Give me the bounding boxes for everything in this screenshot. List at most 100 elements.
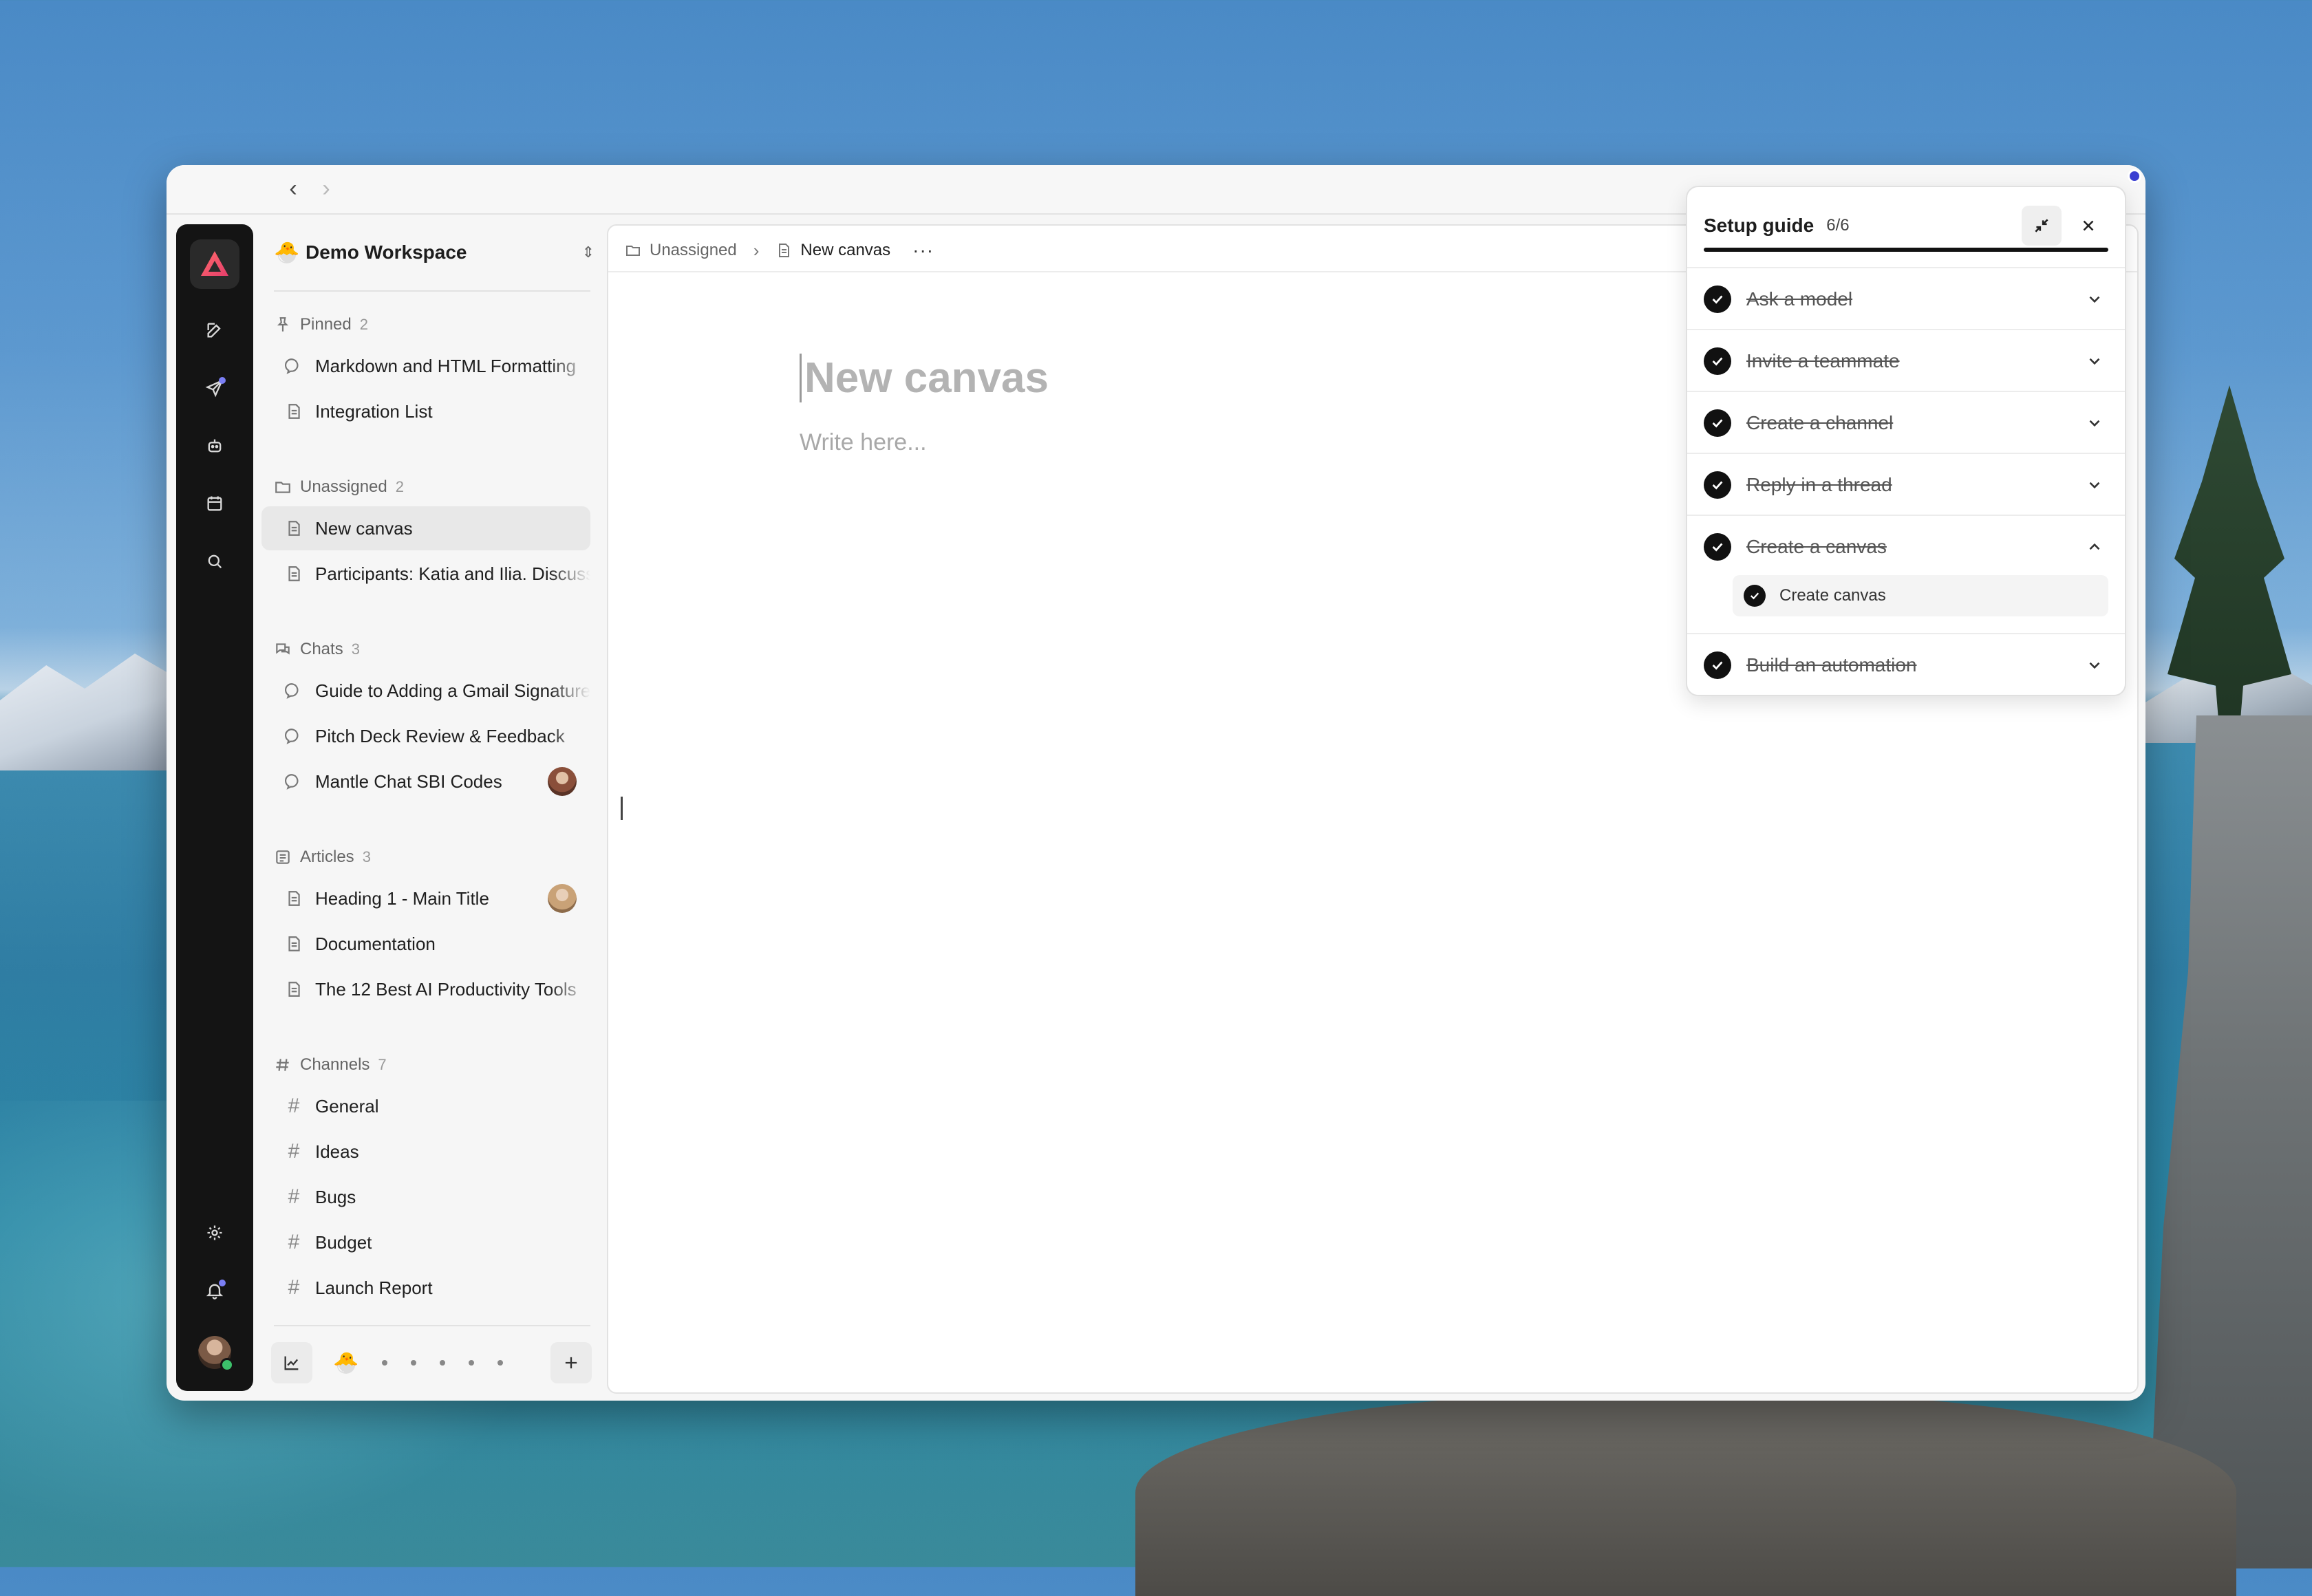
sidebar: 🐣 Demo Workspace ⇕ Pinned 2 Markdown and…: [261, 224, 603, 1391]
chevron-right-icon: ›: [753, 239, 760, 261]
sidebar-item-new-canvas[interactable]: New canvas: [261, 506, 590, 550]
workspace-emoji-button[interactable]: 🐣: [333, 1351, 358, 1375]
sidebar-item-channel[interactable]: # Ideas: [261, 1130, 590, 1174]
setup-step-label: Ask a model: [1746, 288, 1853, 310]
chevron-down-icon[interactable]: [2081, 290, 2108, 308]
sidebar-item-chat[interactable]: Guide to Adding a Gmail Signature: [261, 669, 590, 713]
sidebar-item-channel[interactable]: # Launch Report: [261, 1266, 590, 1310]
breadcrumb-current[interactable]: New canvas: [800, 241, 890, 260]
page-dot[interactable]: [469, 1360, 475, 1366]
section-count: 2: [395, 478, 404, 495]
chevron-down-icon[interactable]: [2081, 476, 2108, 494]
close-button[interactable]: [2068, 206, 2108, 246]
sidebar-item-channel[interactable]: # Budget: [261, 1220, 590, 1264]
check-circle-icon: [1704, 471, 1731, 499]
section-count: 3: [362, 848, 371, 865]
add-workspace-button[interactable]: [550, 1342, 592, 1383]
sidebar-item-document[interactable]: Documentation: [261, 922, 590, 966]
sidebar-item-label: Budget: [315, 1231, 372, 1253]
setup-sub-task-label: Create canvas: [1779, 586, 1886, 605]
breadcrumb-folder[interactable]: Unassigned: [650, 241, 737, 260]
check-circle-icon: [1704, 409, 1731, 437]
document-icon: [288, 404, 300, 419]
notifications-bell-icon[interactable]: [200, 1275, 230, 1306]
sidebar-item-document[interactable]: Participants: Katia and Ilia. Discussion: [261, 552, 590, 596]
hash-icon: [276, 1059, 289, 1071]
sidebar-item-document[interactable]: The 12 Best AI Productivity Tools: [261, 967, 590, 1011]
section-unassigned[interactable]: Unassigned 2: [274, 473, 404, 501]
sidebar-item-chat[interactable]: Mantle Chat SBI Codes: [261, 759, 590, 804]
sidebar-item-document[interactable]: Heading 1 - Main Title: [261, 876, 590, 920]
app-logo-icon[interactable]: [190, 239, 239, 289]
sidebar-item-chat[interactable]: Pitch Deck Review & Feedback: [261, 714, 590, 758]
text-cursor: [621, 797, 623, 820]
setup-sub-task[interactable]: Create canvas: [1733, 575, 2108, 616]
page-dot[interactable]: [411, 1360, 417, 1366]
analytics-chart-button[interactable]: [271, 1342, 312, 1383]
setup-progress-bar: [1704, 248, 2108, 252]
check-circle-icon: [1744, 585, 1766, 607]
section-articles[interactable]: Articles 3: [274, 843, 371, 871]
section-label: Pinned: [300, 315, 352, 334]
document-icon: [288, 936, 300, 951]
user-avatar[interactable]: [198, 1336, 234, 1372]
author-avatar: [548, 884, 577, 913]
line-chart-icon: [284, 1356, 299, 1370]
close-icon: [2083, 220, 2094, 231]
sidebar-item-label: Pitch Deck Review & Feedback: [315, 725, 565, 746]
sidebar-item-channel[interactable]: # Bugs: [261, 1175, 590, 1219]
minimize-button[interactable]: [2022, 206, 2062, 246]
chat-bubble-icon: [285, 358, 299, 374]
page-dot[interactable]: [497, 1360, 504, 1366]
setup-step[interactable]: Ask a model: [1687, 267, 2125, 330]
hash-icon: #: [288, 1276, 300, 1299]
canvas-title-input[interactable]: New canvas: [800, 354, 1049, 402]
search-icon[interactable]: [200, 546, 230, 576]
setup-step[interactable]: Invite a teammate: [1687, 329, 2125, 392]
chevron-down-icon[interactable]: [2081, 352, 2108, 370]
setup-step[interactable]: Create a channel: [1687, 391, 2125, 454]
settings-gear-icon[interactable]: [200, 1218, 230, 1248]
chevron-up-icon[interactable]: [2081, 538, 2108, 556]
canvas-body-input[interactable]: Write here...: [800, 429, 927, 456]
section-pinned[interactable]: Pinned 2: [274, 311, 368, 338]
bot-icon[interactable]: [200, 431, 230, 461]
page-dot[interactable]: [382, 1360, 388, 1366]
section-count: 3: [351, 640, 360, 658]
more-options-icon[interactable]: ···: [912, 239, 934, 261]
sidebar-item-label: Launch Report: [315, 1277, 433, 1298]
setup-step[interactable]: Reply in a thread: [1687, 453, 2125, 516]
sidebar-item-document[interactable]: Integration List: [261, 389, 590, 433]
back-arrow-icon[interactable]: ‹: [281, 176, 306, 201]
chat-bubble-icon: [285, 729, 299, 744]
document-icon: [288, 891, 300, 906]
chevron-down-icon[interactable]: [2081, 414, 2108, 432]
icon-rail: [176, 224, 253, 1391]
app-window: ‹ › 🐣 Demo Workspace ⇕ Pinned 2 Markdown…: [167, 165, 2145, 1401]
forward-arrow-icon[interactable]: ›: [314, 176, 339, 201]
setup-step-label: Invite a teammate: [1746, 350, 1900, 371]
sidebar-item-label: New canvas: [315, 517, 413, 539]
section-chats[interactable]: Chats 3: [274, 636, 360, 663]
setup-step[interactable]: Build an automation: [1687, 633, 2125, 696]
sidebar-item-chat[interactable]: Markdown and HTML Formatting: [261, 344, 590, 388]
sidebar-item-label: Ideas: [315, 1141, 359, 1162]
sidebar-item-label: Documentation: [315, 933, 436, 954]
section-label: Chats: [300, 640, 343, 658]
chevron-up-down-icon[interactable]: ⇕: [582, 244, 595, 261]
send-icon[interactable]: [200, 373, 230, 403]
section-channels[interactable]: Channels 7: [274, 1051, 387, 1079]
background-boulder: [1135, 1390, 2236, 1596]
setup-step-expanded[interactable]: Create a canvas: [1687, 515, 2125, 578]
sidebar-item-channel[interactable]: # General: [261, 1084, 590, 1128]
page-dot[interactable]: [440, 1360, 446, 1366]
calendar-icon[interactable]: [200, 488, 230, 519]
setup-step-label: Build an automation: [1746, 654, 1917, 676]
sidebar-item-label: Markdown and HTML Formatting: [315, 355, 577, 376]
chat-bubble-icon: [285, 683, 299, 699]
compose-icon[interactable]: [200, 315, 230, 345]
sidebar-item-label: Bugs: [315, 1186, 356, 1207]
workspace-pagination-dots[interactable]: [382, 1360, 550, 1366]
chevron-down-icon[interactable]: [2081, 656, 2108, 674]
workspace-switcher[interactable]: 🐣 Demo Workspace ⇕: [274, 231, 595, 274]
